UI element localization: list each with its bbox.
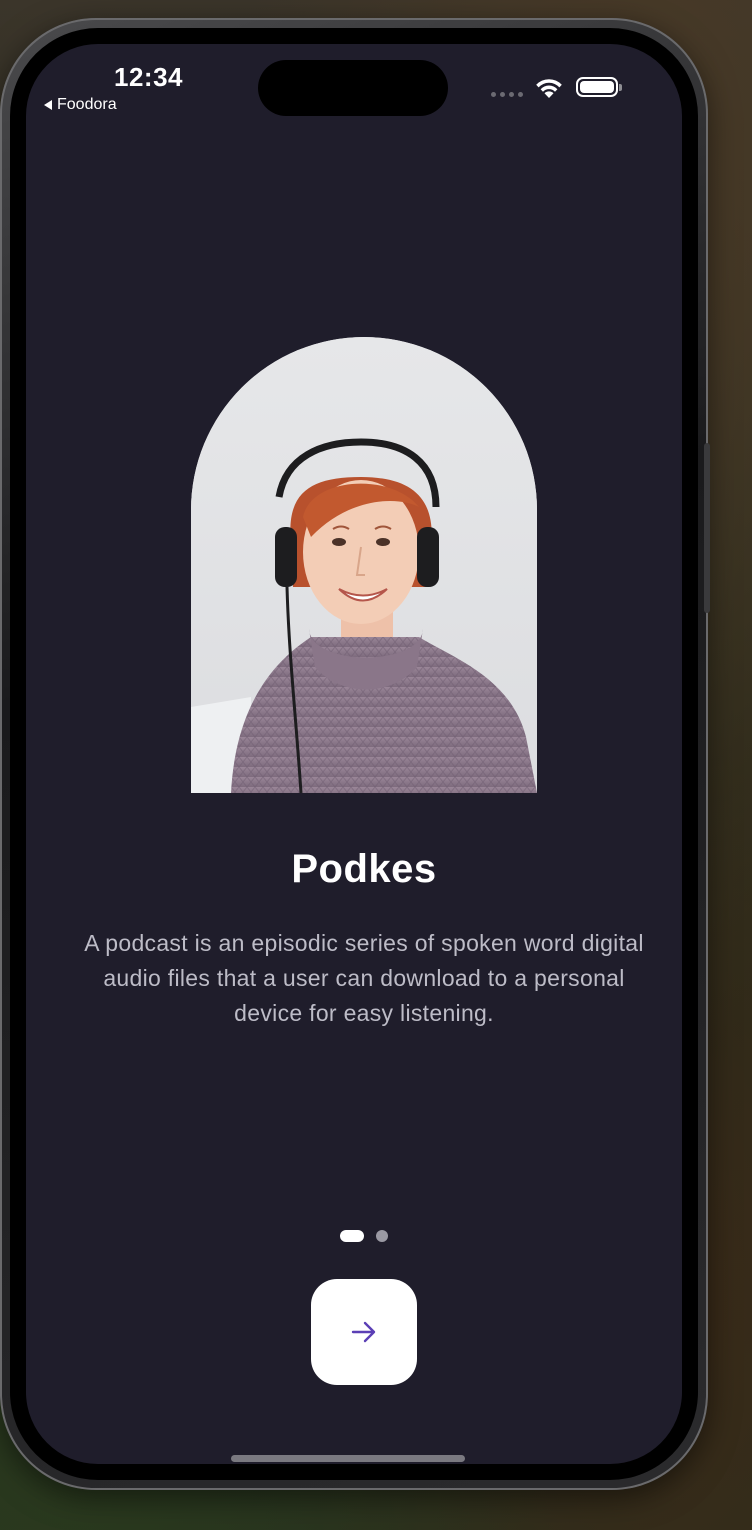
dynamic-island [258,60,448,116]
next-button[interactable] [311,1279,417,1385]
side-button [704,443,710,613]
cellular-signal-icon [491,92,523,97]
status-time: 12:34 [114,62,183,92]
app-screen: 12:34 Foodora Podkes A podcast is an epi… [26,44,682,1464]
phone-frame: 12:34 Foodora Podkes A podcast is an epi… [0,18,710,1490]
back-to-app-link[interactable]: Foodora [44,96,117,114]
phone-bezel: 12:34 Foodora Podkes A podcast is an epi… [10,28,698,1480]
back-triangle-icon [44,100,52,110]
onboarding-description: A podcast is an episodic series of spoke… [84,930,644,1026]
page-indicator [26,1230,682,1242]
home-indicator[interactable] [231,1455,465,1462]
onboarding-title: Podkes [291,847,437,891]
woman-with-headphones-photo [191,337,537,793]
battery-icon [576,77,622,97]
arrow-right-icon [351,1321,376,1343]
page-dot[interactable] [376,1230,388,1242]
wifi-icon [536,79,562,98]
hero-image [191,337,537,793]
page-dot-active[interactable] [340,1230,364,1242]
back-app-label: Foodora [57,96,117,113]
